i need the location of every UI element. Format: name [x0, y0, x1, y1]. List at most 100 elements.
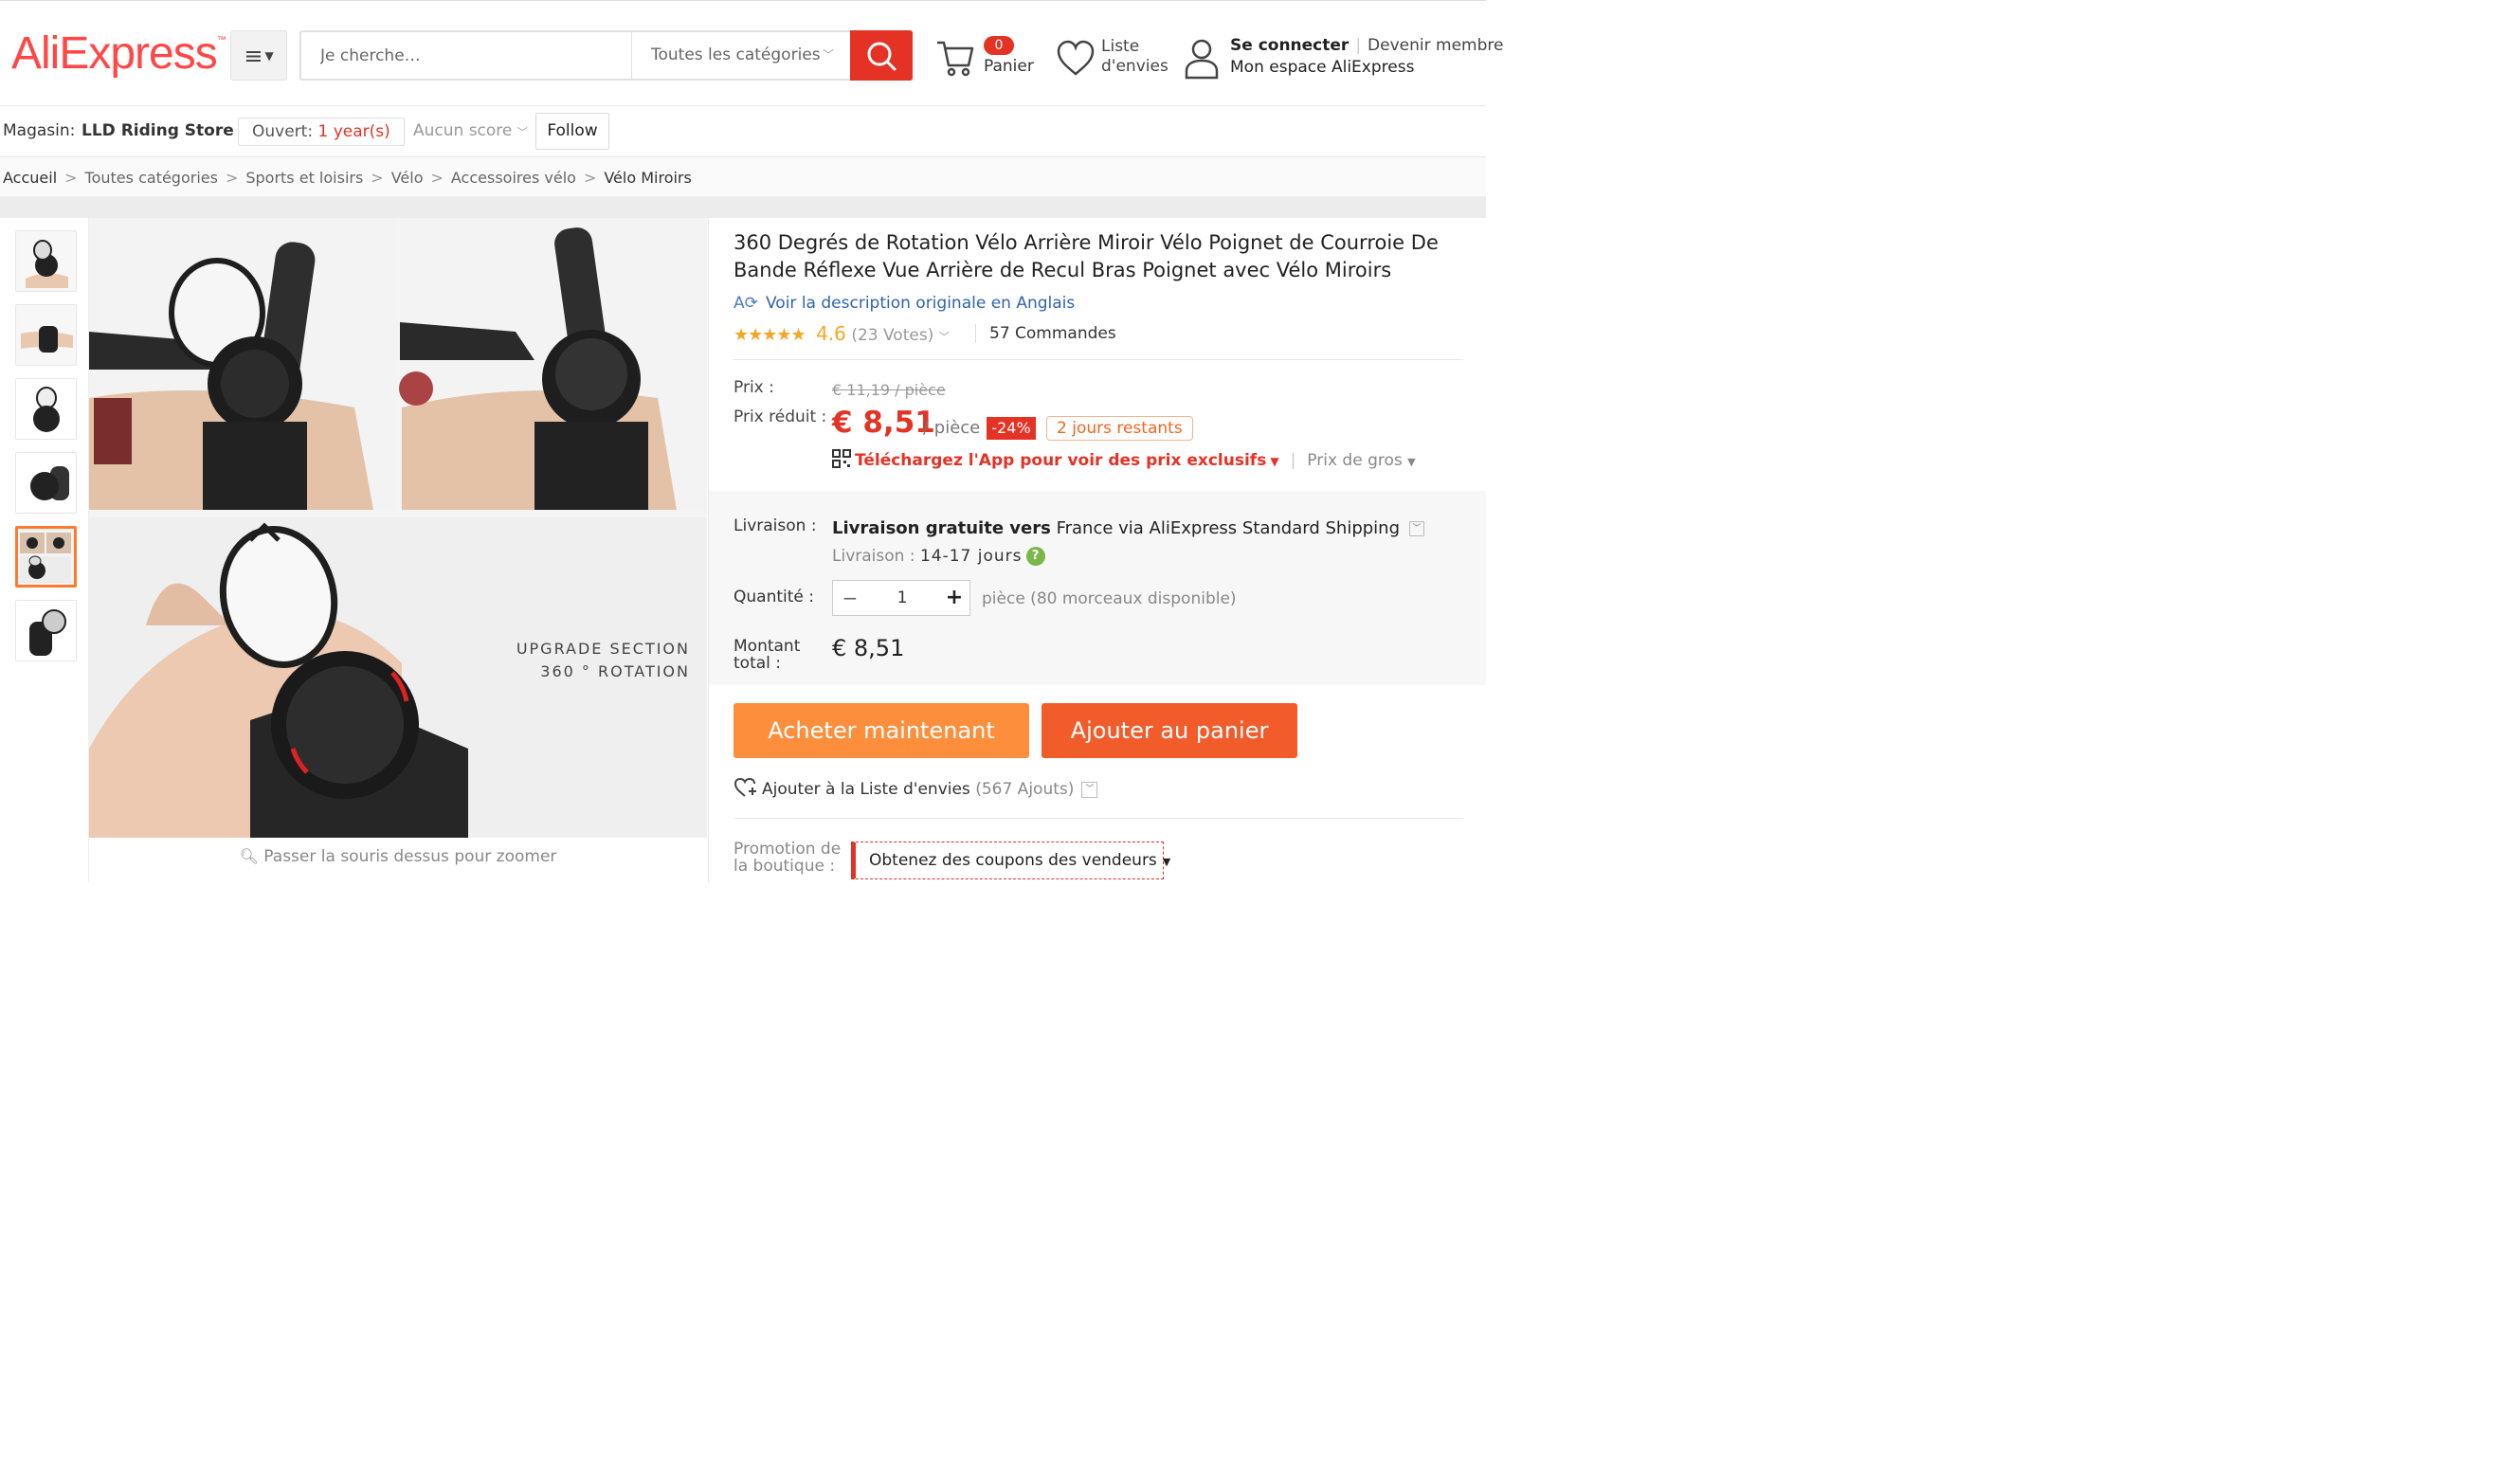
search-bar: Toutes les catégories ﹀ [299, 30, 913, 81]
wishlist-link[interactable]: Liste d'envies [1056, 35, 1169, 82]
top-header: AliExpress™ ≡▼ Toutes les catégories ﹀ 0… [0, 0, 1503, 106]
image-caption-line-1: UPGRADE SECTION [516, 640, 690, 658]
follow-button[interactable]: Follow [535, 113, 609, 150]
caret-down-icon: ▼ [264, 48, 274, 63]
delivery-time: Livraison : 14-17 jours? [832, 547, 1045, 566]
app-promo-row: Téléchargez l'App pour voir des prix exc… [832, 449, 1416, 470]
total-label: Montant total : [734, 637, 801, 673]
chevron-down-icon: ﹀ [822, 48, 834, 62]
cart-count-badge: 0 [984, 36, 1014, 55]
breadcrumb: Accueil > Toutes catégories > Sports et lois… [0, 157, 1486, 197]
chevron-down-icon: ﹀ [1409, 521, 1425, 536]
breadcrumb-item[interactable]: Accessoires vélo [451, 169, 576, 187]
buy-now-button[interactable]: Acheter maintenant [734, 703, 1029, 758]
caret-down-icon: ▼ [1270, 455, 1279, 468]
store-bar: Magasin: LLD Riding Store Ouvert: 1 year… [0, 106, 1486, 157]
image-caption-line-2: 360 ° ROTATION [540, 662, 690, 680]
cart-label: Panier [984, 57, 1034, 76]
breadcrumb-item[interactable]: Vélo [391, 169, 424, 187]
app-promo-link[interactable]: Téléchargez l'App pour voir des prix exc… [855, 451, 1266, 470]
rating-row: ★★★★★ 4.6 (23 Votes) ﹀ 57 Commandes [734, 322, 1463, 349]
search-icon: 🔍︎ [239, 847, 259, 865]
store-label: Magasin: [3, 121, 76, 140]
quantity-stepper: − 1 + [832, 580, 970, 616]
breadcrumb-item[interactable]: Toutes catégories [85, 169, 218, 187]
breadcrumb-item[interactable]: Vélo Miroirs [604, 169, 692, 187]
breadcrumb-separator: > [225, 169, 239, 187]
store-name[interactable]: LLD Riding Store [82, 121, 234, 140]
star-rating: ★★★★★ [734, 325, 806, 345]
wholesale-dropdown[interactable]: Prix de gros ▼ [1307, 451, 1415, 470]
add-to-cart-button[interactable]: Ajouter au panier [1042, 703, 1297, 758]
coupon-dropdown[interactable]: Obtenez des coupons des vendeurs ▼ [851, 842, 1170, 879]
join-link[interactable]: Devenir membre [1368, 36, 1503, 55]
breadcrumb-item[interactable]: Sports et loisirs [245, 169, 363, 187]
thumbnail-4[interactable] [15, 452, 77, 514]
original-description-link[interactable]: A⟳ Voir la description originale en Angla… [734, 294, 1075, 313]
search-input[interactable] [301, 32, 631, 79]
heart-icon [1057, 40, 1095, 76]
price-label: Prix : [734, 378, 774, 397]
caret-down-icon: ▼ [1162, 856, 1171, 868]
divider [734, 818, 1463, 819]
rating-score: 4.6 [816, 322, 846, 345]
breadcrumb-separator: > [64, 169, 78, 187]
product-title: 360 Degrés de Rotation Vélo Arrière Miro… [734, 231, 1439, 281]
qr-code-icon [832, 449, 851, 468]
discount-badge: -24% [987, 417, 1036, 440]
add-to-wishlist[interactable]: Ajouter à la Liste d'envies (567 Ajouts)… [734, 776, 1098, 799]
heart-plus-icon [734, 777, 756, 797]
breadcrumb-separator: > [430, 169, 444, 187]
thumbnail-1[interactable] [15, 230, 77, 292]
reduced-price-label: Prix réduit : [734, 407, 827, 426]
separator: | [1290, 451, 1296, 470]
separator: | [1355, 36, 1362, 55]
shipping-value[interactable]: Livraison gratuite vers France via AliEx… [832, 518, 1425, 538]
aliexpress-logo[interactable]: AliExpress™ [11, 27, 226, 80]
thumbnail-5[interactable] [15, 526, 77, 588]
breadcrumb-separator: > [583, 169, 597, 187]
availability-text: pièce (80 morceaux disponible) [982, 589, 1237, 608]
increment-button[interactable]: + [937, 581, 971, 615]
category-menu-button[interactable]: ≡ ▼ [230, 30, 287, 81]
chevron-down-icon: ﹀ [516, 126, 528, 138]
help-icon[interactable]: ? [1025, 547, 1045, 566]
price-unit: / pièce [923, 418, 981, 438]
chevron-down-icon[interactable]: ﹀ [1081, 781, 1098, 798]
original-price: € 11,19 / pièce [832, 381, 946, 399]
main-product-image[interactable]: UPGRADE SECTION 360 ° ROTATION [89, 218, 707, 838]
breadcrumb-item[interactable]: Accueil [3, 169, 57, 187]
decrement-button[interactable]: − [833, 581, 867, 615]
promotion-label: Promotion de la boutique : [734, 840, 842, 876]
thumbnail-2[interactable] [15, 304, 77, 366]
translate-icon: A⟳ [734, 294, 758, 313]
breadcrumb-separator: > [371, 169, 384, 187]
sale-price: € 8,51 [832, 406, 935, 440]
caret-down-icon: ▼ [1407, 456, 1416, 468]
orders-count: 57 Commandes [975, 324, 1116, 343]
days-left-badge: 2 jours restants [1046, 416, 1193, 441]
my-account-link[interactable]: Mon espace AliExpress [1230, 58, 1414, 77]
account-area: Se connecter | Devenir membre Mon espace A… [1184, 35, 1503, 82]
thumbnail-3[interactable] [15, 378, 77, 440]
chevron-down-icon: ﹀ [938, 331, 950, 343]
divider [734, 359, 1463, 360]
zoom-hint: 🔍︎ Passer la souris dessus pour zoomer [239, 847, 557, 866]
cart-link[interactable]: 0 Panier [934, 33, 1039, 81]
quantity-label: Quantité : [734, 588, 814, 606]
shipping-label: Livraison : [734, 516, 817, 535]
store-open-badge: Ouvert: 1 year(s) [238, 118, 405, 146]
product-photo: UPGRADE SECTION 360 ° ROTATION [89, 218, 707, 838]
votes-dropdown[interactable]: (23 Votes) ﹀ [851, 326, 949, 345]
category-select[interactable]: Toutes les catégories ﹀ [631, 32, 851, 79]
total-amount: € 8,51 [832, 635, 905, 661]
search-button[interactable] [850, 30, 913, 81]
user-icon [1185, 39, 1219, 80]
search-icon [867, 42, 897, 70]
thumbnail-6[interactable] [15, 600, 77, 661]
quantity-input[interactable]: 1 [867, 581, 937, 615]
cart-icon [937, 41, 974, 77]
sign-in-link[interactable]: Se connecter [1230, 36, 1349, 55]
store-score-dropdown[interactable]: Aucun score ﹀ [413, 121, 528, 140]
product-detail: 360 Degrés de Rotation Vélo Arrière Miro… [709, 218, 1486, 882]
